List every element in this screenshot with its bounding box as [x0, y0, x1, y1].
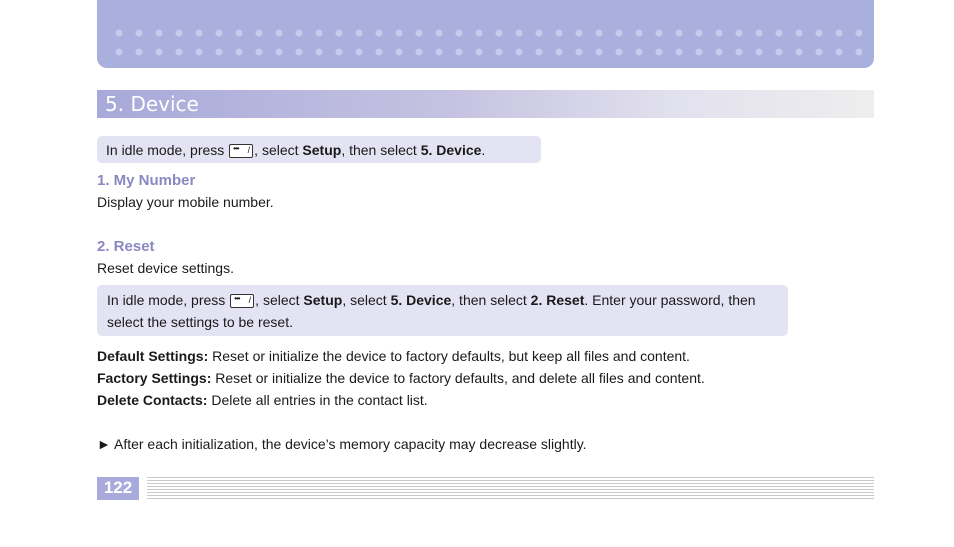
section-title: 5. Device	[105, 92, 199, 116]
my-number-heading: 1. My Number	[97, 172, 196, 189]
menu-softkey-icon: ••• /	[229, 144, 254, 158]
footer-rule-lines	[147, 477, 874, 499]
reset-text: Reset device settings.	[97, 260, 234, 276]
note-arrow-icon: ►	[97, 436, 111, 452]
reset-instruction-text: In idle mode, press ••• /, select Setup, …	[107, 292, 756, 330]
reset-instruction-box: In idle mode, press ••• /, select Setup, …	[97, 285, 788, 336]
definition-default-settings: Default Settings: Reset or initialize th…	[97, 348, 690, 364]
intro-instruction-box: In idle mode, press ••• /, select Setup, …	[97, 136, 541, 163]
banner-dots-row	[109, 47, 862, 57]
menu-softkey-icon: ••• /	[230, 294, 255, 308]
page-number-badge: 122	[97, 477, 139, 500]
reset-heading: 2. Reset	[97, 238, 155, 255]
page-number: 122	[103, 478, 133, 497]
definition-delete-contacts: Delete Contacts: Delete all entries in t…	[97, 392, 428, 408]
note: ► After each initialization, the device’…	[97, 436, 587, 452]
intro-instruction-text: In idle mode, press ••• /, select Setup, …	[106, 142, 486, 158]
banner-dots-row	[109, 28, 862, 38]
definition-factory-settings: Factory Settings: Reset or initialize th…	[97, 370, 705, 386]
top-banner	[97, 0, 874, 68]
my-number-text: Display your mobile number.	[97, 194, 274, 210]
section-header-bar: 5. Device	[97, 90, 874, 118]
